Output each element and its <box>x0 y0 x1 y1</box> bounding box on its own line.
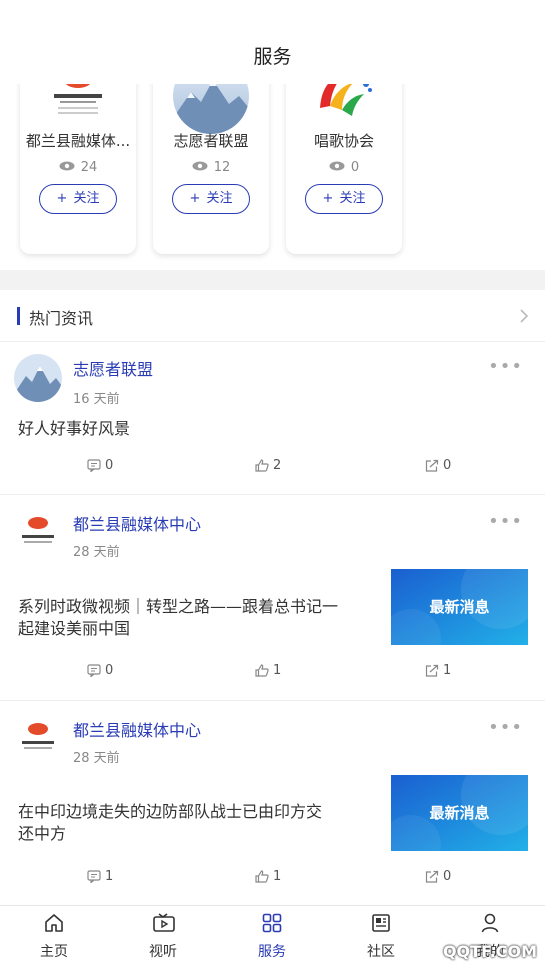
chevron-right-icon[interactable] <box>519 308 529 328</box>
share-button[interactable]: 0 <box>425 458 451 473</box>
tab-label: 主页 <box>40 944 68 960</box>
org-card-singing[interactable]: 唱歌协会 0 + 关注 <box>286 84 402 254</box>
dulan-media-logo: D <box>40 84 116 134</box>
view-count: 24 <box>80 160 98 175</box>
tab-community[interactable]: 社区 <box>346 906 416 968</box>
plus-icon: + <box>189 191 201 206</box>
plus-icon: + <box>322 191 334 206</box>
post-text[interactable]: 系列时政微视频｜转型之路——跟着总书记一 起建设美丽中国 <box>18 596 338 640</box>
grid-icon <box>262 913 282 937</box>
post-text[interactable]: 在中印边境走失的边防部队战士已由印方交 还中方 <box>18 801 322 845</box>
org-card-name: 唱歌协会 <box>313 132 374 150</box>
page-title: 服务 <box>253 46 292 68</box>
eye-icon <box>192 160 208 175</box>
tab-video[interactable]: 视听 <box>128 906 198 968</box>
org-card-name: 都兰县融媒体... <box>25 132 131 150</box>
org-card-views: 12 <box>153 160 269 175</box>
avatar[interactable] <box>14 713 62 761</box>
post-author[interactable]: 都兰县融媒体中心 <box>73 717 201 741</box>
post-actions: 1 1 0 <box>0 869 545 891</box>
tab-services[interactable]: 服务 <box>237 906 307 968</box>
org-cards-row[interactable]: D 都兰县融媒体... 24 +关注 志愿者联盟 <box>0 84 545 270</box>
video-icon <box>153 913 175 937</box>
like-button[interactable]: 1 <box>255 663 281 678</box>
thumbs-up-icon <box>255 870 269 883</box>
news-post[interactable]: 志愿者联盟 16 天前 ••• 好人好事好风景 0 2 0 <box>0 342 545 494</box>
comment-icon <box>87 664 101 678</box>
like-button[interactable]: 2 <box>255 458 281 473</box>
org-card-volunteers[interactable]: 志愿者联盟 12 + 关注 <box>153 84 269 254</box>
org-card-name: 志愿者联盟 <box>173 132 249 150</box>
thumbs-up-icon <box>255 664 269 677</box>
view-count: 12 <box>213 160 231 175</box>
org-card-dulan-media[interactable]: D 都兰县融媒体... 24 +关注 <box>20 84 136 254</box>
comment-icon <box>87 459 101 473</box>
share-button[interactable]: 0 <box>425 869 451 884</box>
post-time: 28 天前 <box>73 751 120 766</box>
org-card-views: 0 <box>286 160 402 175</box>
follow-button[interactable]: + 关注 <box>305 184 383 214</box>
mountain-snow-photo <box>173 84 249 134</box>
share-icon <box>425 664 439 677</box>
thumbnail-label: 最新消息 <box>429 804 490 822</box>
org-card-views: 24 <box>20 160 136 175</box>
newspaper-icon <box>371 913 391 937</box>
view-count: 0 <box>350 160 360 175</box>
like-button[interactable]: 1 <box>255 869 281 884</box>
post-text[interactable]: 好人好事好风景 <box>18 418 130 440</box>
post-thumbnail[interactable]: 最新消息 <box>391 775 528 851</box>
section-divider <box>0 270 545 290</box>
post-time: 16 天前 <box>73 392 120 407</box>
avatar[interactable] <box>14 507 62 555</box>
news-post[interactable]: 都兰县融媒体中心 28 天前 ••• 系列时政微视频｜转型之路——跟着总书记一 … <box>0 495 545 700</box>
share-button[interactable]: 1 <box>425 663 451 678</box>
home-icon <box>44 913 64 937</box>
tab-label: 服务 <box>258 944 286 960</box>
post-author[interactable]: 都兰县融媒体中心 <box>73 511 201 535</box>
comment-icon <box>87 870 101 884</box>
comment-button[interactable]: 0 <box>87 458 113 473</box>
avatar[interactable] <box>14 354 62 402</box>
post-actions: 0 1 1 <box>0 663 545 685</box>
watermark: QQTF.COM <box>442 942 537 961</box>
tab-home[interactable]: 主页 <box>19 906 89 968</box>
post-thumbnail[interactable]: 最新消息 <box>391 569 528 645</box>
more-options-icon[interactable]: ••• <box>488 356 523 377</box>
follow-button[interactable]: + 关注 <box>172 184 250 214</box>
plus-icon: + <box>56 191 68 206</box>
svg-text:D: D <box>73 84 80 87</box>
comment-button[interactable]: 1 <box>87 869 113 884</box>
section-title: 热门资讯 <box>29 309 94 328</box>
post-actions: 0 2 0 <box>0 458 545 480</box>
hot-news-header[interactable]: 热门资讯 <box>0 296 545 338</box>
tab-label: 社区 <box>367 944 395 960</box>
post-time: 28 天前 <box>73 545 120 560</box>
eye-icon <box>59 160 75 175</box>
thumbnail-label: 最新消息 <box>429 598 490 616</box>
comment-button[interactable]: 0 <box>87 663 113 678</box>
header: 服务 <box>0 0 545 84</box>
more-options-icon[interactable]: ••• <box>488 717 523 738</box>
eye-icon <box>329 160 345 175</box>
post-author[interactable]: 志愿者联盟 <box>73 356 153 380</box>
more-options-icon[interactable]: ••• <box>488 511 523 532</box>
follow-button[interactable]: + 关注 <box>39 184 117 214</box>
news-post[interactable]: 都兰县融媒体中心 28 天前 ••• 在中印边境走失的边防部队战士已由印方交 还… <box>0 701 545 904</box>
share-icon <box>425 870 439 883</box>
tab-label: 视听 <box>149 944 177 960</box>
colorful-swirl-logo <box>306 84 382 134</box>
share-icon <box>425 459 439 472</box>
section-accent-bar <box>17 307 20 325</box>
user-icon <box>480 913 500 937</box>
thumbs-up-icon <box>255 459 269 472</box>
